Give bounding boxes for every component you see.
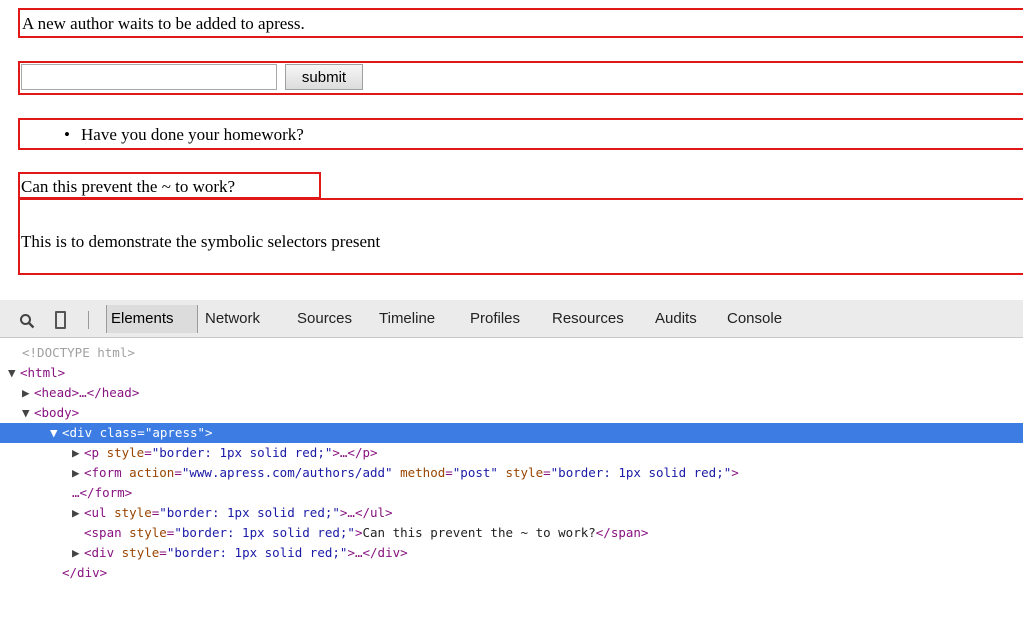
devtools-toolbar: Elements Network Sources Timeline Profil… bbox=[0, 300, 1023, 338]
dom-tree: <!DOCTYPE html> ▼ <html> ▶ <head>…</head> … bbox=[0, 338, 1023, 625]
collapse-arrow-icon[interactable]: ▶ bbox=[72, 503, 84, 523]
dom-node-form-close: …</form> bbox=[72, 485, 133, 500]
collapse-arrow-icon[interactable]: ▶ bbox=[72, 443, 84, 463]
dom-node-inner-div[interactable]: ▶ <div style="border: 1px solid red;">…</… bbox=[72, 543, 408, 563]
tab-resources[interactable]: Resources bbox=[552, 310, 624, 327]
submit-button[interactable]: submit bbox=[285, 64, 363, 90]
dom-node-p[interactable]: ▶ <p style="border: 1px solid red;">…</p> bbox=[72, 443, 378, 463]
author-input[interactable] bbox=[21, 64, 277, 90]
dom-node-form[interactable]: ▶ <form action="www.apress.com/authors/ad… bbox=[72, 463, 739, 483]
dom-node-ul[interactable]: ▶ <ul style="border: 1px solid red;">…</u… bbox=[72, 503, 393, 523]
expand-arrow-icon[interactable]: ▼ bbox=[22, 403, 34, 423]
dom-node-html[interactable]: ▼ <html> bbox=[8, 363, 65, 383]
demo-div-box: This is to demonstrate the symbolic sele… bbox=[18, 198, 1023, 275]
search-icon[interactable] bbox=[19, 313, 35, 329]
tab-network[interactable]: Network bbox=[205, 310, 260, 327]
toolbar-divider bbox=[88, 311, 89, 329]
dom-node-body[interactable]: ▼ <body> bbox=[22, 403, 79, 423]
tab-console[interactable]: Console bbox=[727, 310, 782, 327]
expand-arrow-icon[interactable]: ▼ bbox=[50, 423, 62, 443]
dom-node-div-close: </div> bbox=[62, 565, 108, 580]
tab-profiles[interactable]: Profiles bbox=[470, 310, 520, 327]
device-mode-icon[interactable] bbox=[55, 311, 66, 329]
paragraph-box: A new author waits to be added to apress… bbox=[18, 8, 1023, 38]
collapse-arrow-icon[interactable]: ▶ bbox=[22, 383, 34, 403]
paragraph-text: A new author waits to be added to apress… bbox=[22, 14, 305, 33]
dom-node-doctype[interactable]: <!DOCTYPE html> bbox=[22, 343, 135, 363]
dom-node-div-apress[interactable]: ▼ <div class="apress"> bbox=[0, 423, 1023, 443]
span-box: Can this prevent the ~ to work? bbox=[18, 172, 321, 199]
tab-audits[interactable]: Audits bbox=[655, 310, 697, 327]
tab-elements[interactable]: Elements bbox=[111, 310, 174, 327]
expand-arrow-icon[interactable]: ▼ bbox=[8, 363, 20, 383]
rendered-page: A new author waits to be added to apress… bbox=[0, 0, 1023, 290]
tab-timeline[interactable]: Timeline bbox=[379, 310, 435, 327]
dom-node-span[interactable]: <span style="border: 1px solid red;">Can… bbox=[84, 523, 648, 543]
list-item: Have you done your homework? bbox=[81, 125, 304, 144]
homework-list: • Have you done your homework? bbox=[18, 118, 1023, 150]
devtools-panel: Elements Network Sources Timeline Profil… bbox=[0, 300, 1023, 625]
author-form: submit bbox=[18, 61, 1023, 95]
dom-node-head[interactable]: ▶ <head>…</head> bbox=[22, 383, 139, 403]
collapse-arrow-icon[interactable]: ▶ bbox=[72, 463, 84, 483]
demo-div-text: This is to demonstrate the symbolic sele… bbox=[21, 232, 381, 251]
collapse-arrow-icon[interactable]: ▶ bbox=[72, 543, 84, 563]
span-text: Can this prevent the ~ to work? bbox=[21, 177, 236, 196]
tab-sources[interactable]: Sources bbox=[297, 310, 352, 327]
list-bullet: • bbox=[64, 125, 70, 144]
